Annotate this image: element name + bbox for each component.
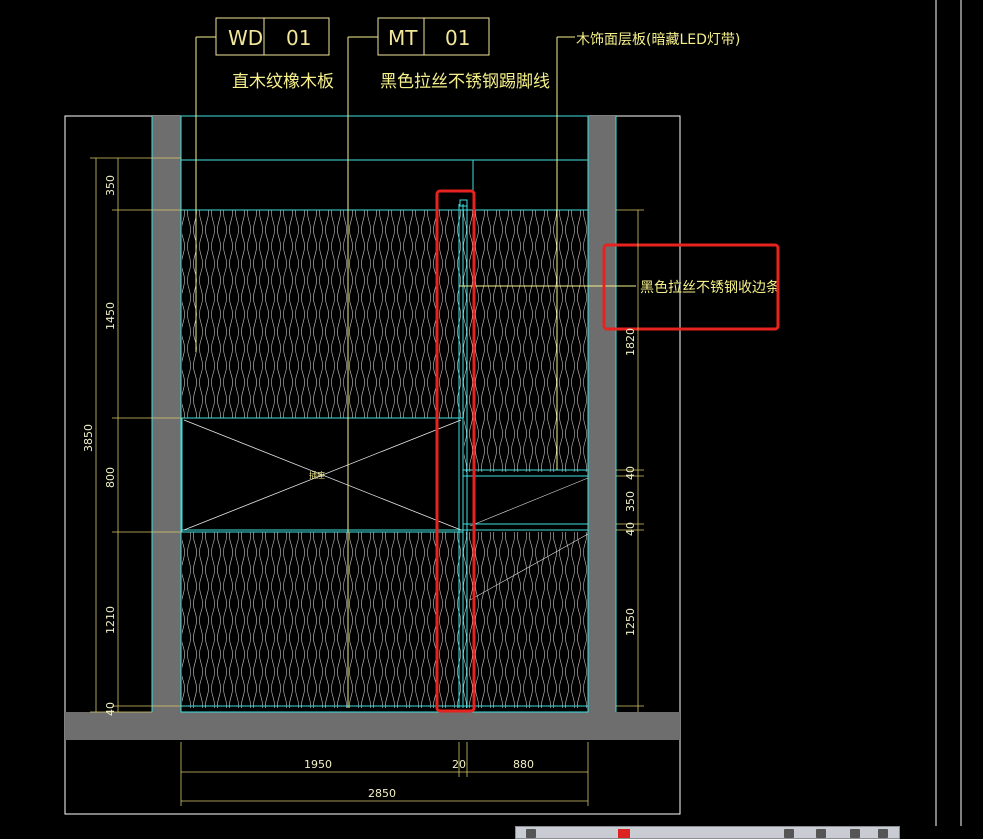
dim-bottom-2850: 2850	[368, 787, 396, 800]
window-icon[interactable]	[850, 829, 860, 838]
tag-mt01-code: MT	[388, 26, 418, 50]
status-bar[interactable]	[515, 826, 900, 839]
tag-wd01-num: 01	[286, 26, 311, 50]
tag-mt01-name: 黑色拉丝不锈钢踢脚线	[380, 72, 550, 92]
dim-left-1450: 1450	[104, 302, 117, 330]
color-swatch-icon[interactable]	[618, 829, 630, 838]
top-label: 木饰面层板(暗藏LED灯带)	[576, 32, 740, 48]
tag-mt01-num: 01	[445, 26, 470, 50]
edit-icon[interactable]	[784, 829, 794, 838]
dim-right-40b: 40	[624, 522, 637, 536]
wood-panel-side	[464, 418, 588, 472]
dim-bottom-880: 880	[513, 758, 534, 771]
home-icon[interactable]	[816, 829, 826, 838]
dim-bottom-20: 20	[452, 758, 466, 771]
dim-right-40a: 40	[624, 466, 637, 480]
left-wall	[152, 116, 181, 712]
dim-right-1250: 1250	[624, 608, 637, 636]
print-icon[interactable]	[878, 829, 888, 838]
callout-label: 黑色拉丝不锈钢收边条	[640, 279, 780, 296]
tag-wd01-name: 直木纹橡木板	[232, 72, 334, 92]
dim-bottom-1950: 1950	[304, 758, 332, 771]
wood-panel-upper	[182, 210, 588, 418]
dim-right-1820: 1820	[624, 328, 637, 356]
dim-left-40: 40	[104, 702, 117, 716]
floor-slab	[65, 712, 680, 740]
tag-wd01-code: WD	[228, 26, 263, 50]
wood-panel-lower	[182, 532, 588, 708]
dim-left-1210: 1210	[104, 606, 117, 634]
dim-left-total: 3850	[82, 424, 95, 452]
right-wall	[588, 116, 616, 712]
dim-left-800: 800	[104, 467, 117, 488]
settings-icon[interactable]	[526, 829, 536, 838]
dim-left-350: 350	[104, 175, 117, 196]
dim-right-350: 350	[624, 491, 637, 512]
center-mark-text: 插座	[309, 470, 325, 480]
cad-drawing: 插座 WD 01 直木纹橡木板 MT 01 黑色拉丝不锈钢踢脚线 木饰面层板(暗…	[64, 0, 962, 826]
